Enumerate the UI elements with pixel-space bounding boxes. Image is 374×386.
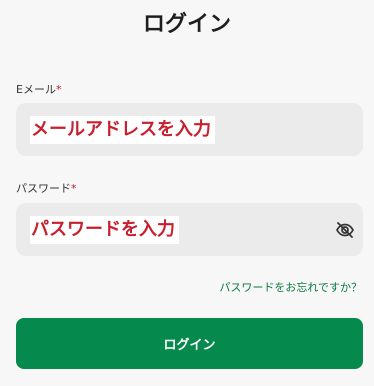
password-placeholder: パスワードを入力 (30, 216, 179, 244)
eye-off-icon[interactable] (335, 220, 355, 240)
password-label-text: パスワード (16, 182, 71, 195)
email-label-text: Eメール (16, 83, 56, 96)
password-label: パスワード* (16, 180, 77, 196)
email-field[interactable]: メールアドレスを入力 (16, 103, 363, 156)
email-placeholder: メールアドレスを入力 (30, 116, 215, 144)
page-title: ログイン (142, 12, 231, 37)
email-label: Eメール* (16, 81, 61, 97)
password-field[interactable]: パスワードを入力 (16, 203, 363, 256)
forgot-password-link[interactable]: パスワードをお忘れですか？ (219, 279, 362, 295)
login-button[interactable]: ログイン (16, 318, 363, 369)
login-page: ログイン Eメール* メールアドレスを入力 パスワード* パスワードを入力 パス… (0, 0, 374, 386)
password-required-mark: * (71, 182, 77, 195)
email-required-mark: * (55, 83, 62, 96)
